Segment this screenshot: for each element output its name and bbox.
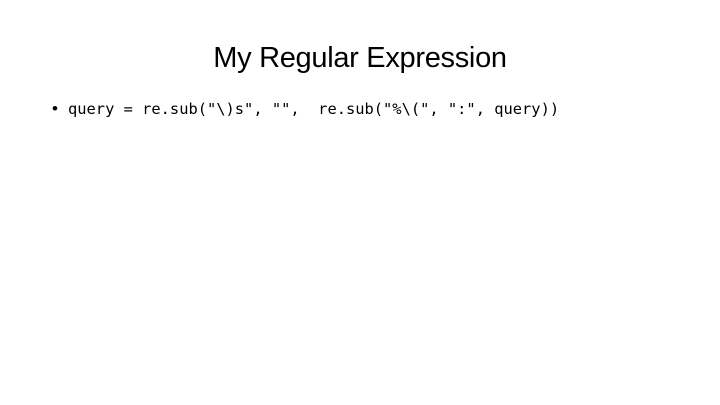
- slide: My Regular Expression • query = re.sub("…: [0, 0, 720, 405]
- bullet-item: • query = re.sub("\)s", "", re.sub("%\("…: [52, 94, 692, 124]
- bullet-marker: •: [52, 99, 58, 118]
- slide-content: • query = re.sub("\)s", "", re.sub("%\("…: [52, 94, 692, 124]
- slide-title: My Regular Expression: [213, 42, 507, 74]
- code-bullet-text: query = re.sub("\)s", "", re.sub("%\(", …: [68, 100, 560, 118]
